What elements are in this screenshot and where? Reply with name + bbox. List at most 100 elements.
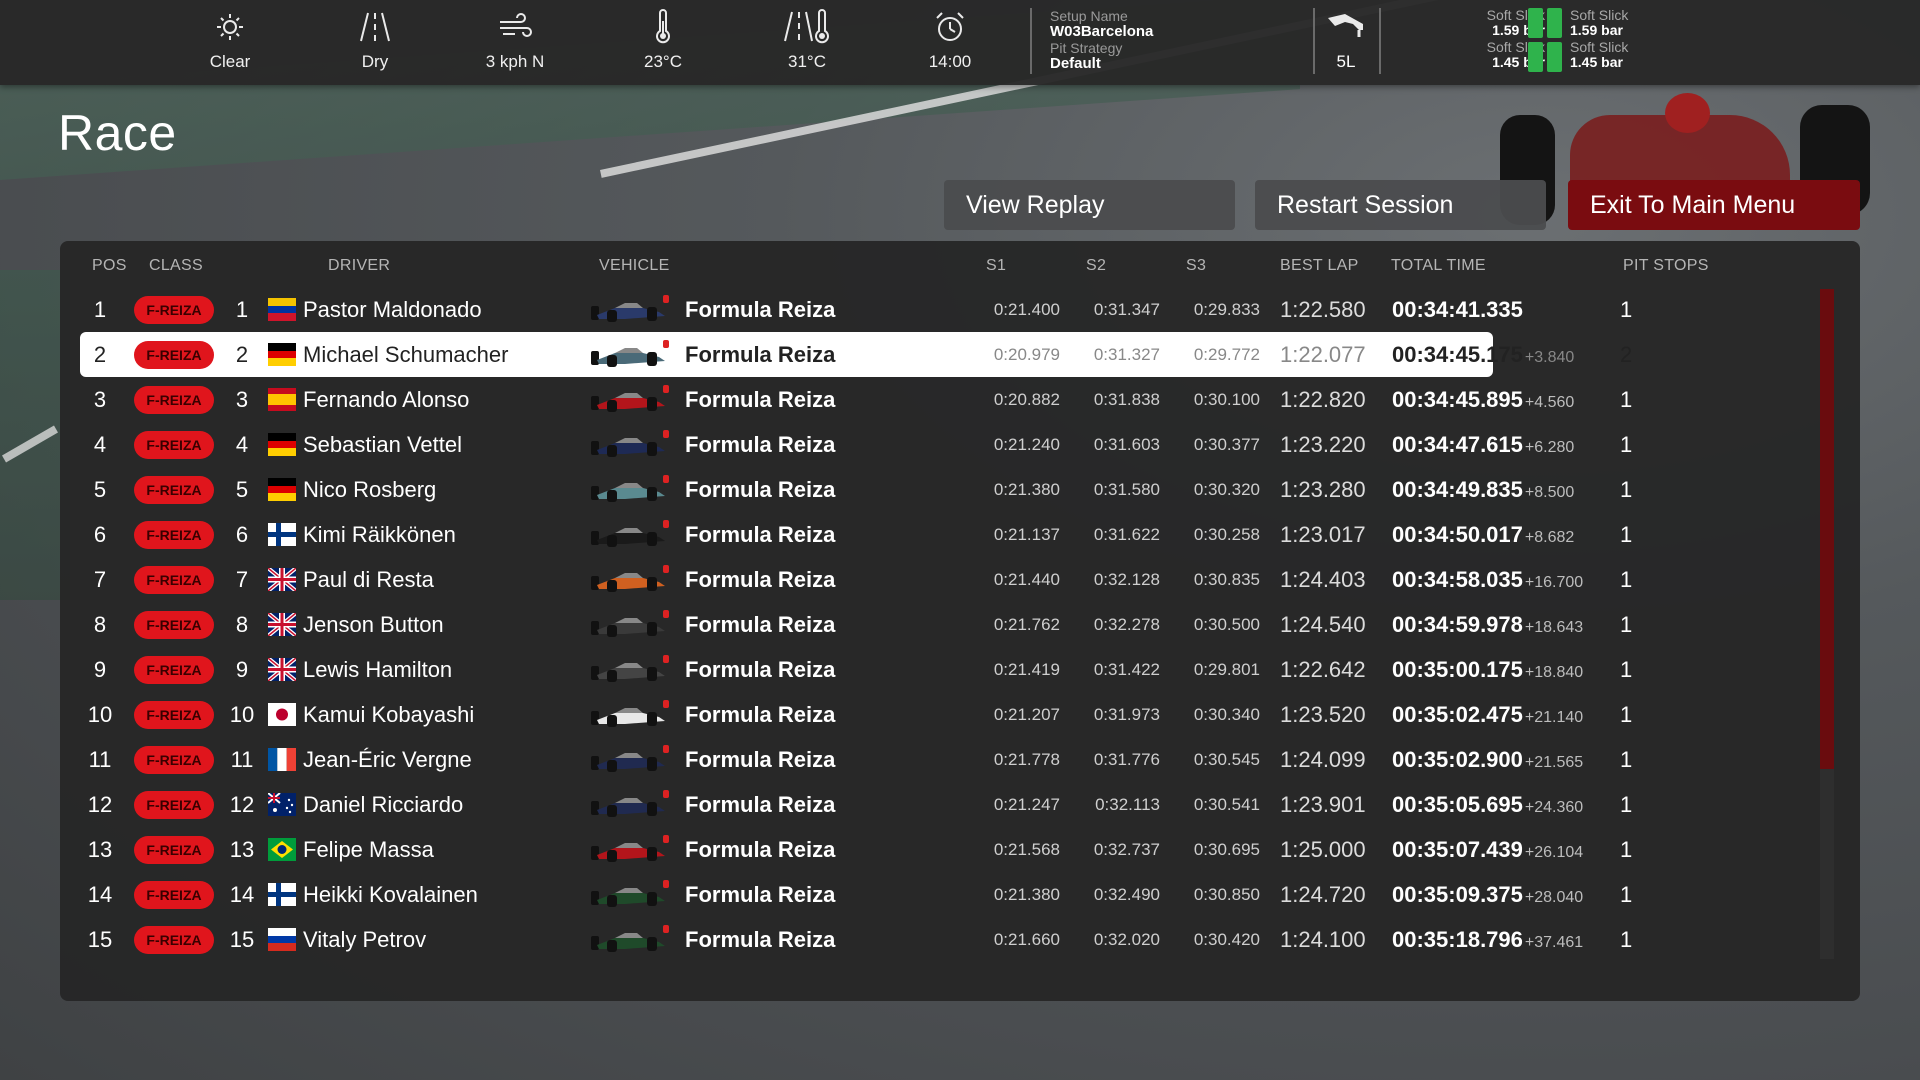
best-lap-time: 1:22.642 xyxy=(1280,657,1366,682)
sector-2-time: 0:32.113 xyxy=(1095,795,1160,814)
sector-1-time: 0:21.400 xyxy=(993,300,1060,319)
tyre-compound: Soft Slick xyxy=(1570,7,1629,23)
best-lap-time: 1:24.720 xyxy=(1280,882,1366,907)
class-badge: F-REIZA xyxy=(134,701,214,729)
position: 7 xyxy=(93,567,107,592)
car-thumbnail-icon xyxy=(591,880,669,907)
weather-air-temp: 23°C xyxy=(603,0,723,85)
table-row[interactable]: 13 F-REIZA 13 Felipe Massa Formula Reiza 0:21… xyxy=(80,827,1632,872)
driver-name: Michael Schumacher xyxy=(303,342,509,367)
fuel-amount-label: 5L xyxy=(1336,52,1356,71)
sector-3-time: 0:30.258 xyxy=(1193,525,1260,544)
table-row[interactable]: 6 F-REIZA 6 Kimi Räikkönen Formula Reiza 0:21… xyxy=(80,512,1632,557)
car-thumbnail-icon xyxy=(591,295,669,322)
pit-stops: 1 xyxy=(1620,747,1633,772)
pit-stops: 1 xyxy=(1620,702,1633,727)
driver-name: Kamui Kobayashi xyxy=(303,702,475,727)
position: 5 xyxy=(93,477,107,502)
sector-2-time: 0:32.737 xyxy=(1093,840,1160,859)
gap-to-leader: +28.040 xyxy=(1524,889,1584,906)
table-row[interactable]: 2 F-REIZA 2 Michael Schumacher Formula Reiza… xyxy=(80,332,1632,377)
vehicle-name: Formula Reiza xyxy=(685,342,836,367)
vehicle-name: Formula Reiza xyxy=(685,522,836,547)
car-thumbnail-icon xyxy=(591,745,669,772)
header-vehicle: VEHICLE xyxy=(599,257,670,274)
best-lap-time: 1:23.017 xyxy=(1280,522,1366,547)
total-time-value: 00:35:09.375 xyxy=(1392,882,1523,907)
tyre-status-rear-left xyxy=(1528,42,1543,72)
total-time: 00:35:05.695 +24.360 xyxy=(1392,782,1583,827)
table-row[interactable]: 3 F-REIZA 3 Fernando Alonso Formula Reiza 0:2… xyxy=(80,377,1632,422)
position: 14 xyxy=(87,882,113,907)
sector-3-time: 0:30.835 xyxy=(1193,570,1260,589)
pit-stops: 1 xyxy=(1620,522,1633,547)
sector-2-time: 0:31.776 xyxy=(1093,750,1160,769)
gap-to-leader: +8.500 xyxy=(1524,484,1575,501)
sector-2-time: 0:31.327 xyxy=(1093,345,1160,364)
exit-to-main-menu-button[interactable]: Exit To Main Menu xyxy=(1568,180,1860,230)
setup-info: Setup Name W03Barcelona Pit Strategy Def… xyxy=(1050,8,1300,72)
sector-3-time: 0:30.320 xyxy=(1193,480,1260,499)
vehicle-name: Formula Reiza xyxy=(685,567,836,592)
view-replay-button[interactable]: View Replay xyxy=(944,180,1235,230)
restart-session-button[interactable]: Restart Session xyxy=(1255,180,1546,230)
weather-track-temp: 31°C xyxy=(747,0,867,85)
total-time: 00:34:45.895 +4.560 xyxy=(1392,377,1574,422)
position: 6 xyxy=(93,522,107,547)
pit-stops: 1 xyxy=(1620,837,1633,862)
table-row[interactable]: 15 F-REIZA 15 Vitaly Petrov Formula Reiza 0:2… xyxy=(80,917,1632,962)
track-temp-icon xyxy=(747,9,867,44)
total-time: 00:35:02.900 +21.565 xyxy=(1392,737,1583,782)
table-row[interactable]: 11 F-REIZA 11 Jean-Éric Vergne Formula Reiza… xyxy=(80,737,1632,782)
pit-stops: 1 xyxy=(1620,432,1633,457)
table-row[interactable]: 4 F-REIZA 4 Sebastian Vettel Formula Reiza 0:… xyxy=(80,422,1632,467)
sector-1-time: 0:21.247 xyxy=(993,795,1060,814)
pit-stops: 1 xyxy=(1620,297,1633,322)
gap-to-leader: +21.140 xyxy=(1524,709,1584,726)
class-badge: F-REIZA xyxy=(134,746,214,774)
position: 9 xyxy=(93,657,107,682)
sector-1-time: 0:21.762 xyxy=(993,615,1060,634)
sector-1-time: 0:21.380 xyxy=(993,480,1060,499)
total-time-value: 00:34:49.835 xyxy=(1392,477,1523,502)
sector-3-time: 0:30.695 xyxy=(1193,840,1260,859)
sector-3-time: 0:30.100 xyxy=(1193,390,1260,409)
divider xyxy=(1030,8,1032,74)
class-badge: F-REIZA xyxy=(134,341,214,369)
table-row[interactable]: 5 F-REIZA 5 Nico Rosberg Formula Reiza 0:21.3… xyxy=(80,467,1632,512)
table-row[interactable]: 7 F-REIZA 7 Paul di Resta Formula Reiza 0:21.… xyxy=(80,557,1632,602)
total-time-value: 00:34:45.895 xyxy=(1392,387,1523,412)
car-number: 7 xyxy=(235,567,249,592)
table-row[interactable]: 1 F-REIZA 1 Pastor Maldonado Formula Reiza 0:… xyxy=(80,287,1632,332)
driver-name: Felipe Massa xyxy=(303,837,434,862)
class-badge: F-REIZA xyxy=(134,431,214,459)
sector-2-time: 0:32.490 xyxy=(1093,885,1160,904)
tyre-pressure: 1.45 bar xyxy=(1570,54,1623,70)
total-time-value: 00:34:50.017 xyxy=(1392,522,1523,547)
table-row[interactable]: 9 F-REIZA 9 Lewis Hamilton Formula Reiza 0:21… xyxy=(80,647,1632,692)
car-number: 6 xyxy=(235,522,249,547)
header-best-lap: BEST LAP xyxy=(1280,257,1359,274)
table-row[interactable]: 12 F-REIZA 12 Daniel Ricciardo Formula Reiza… xyxy=(80,782,1632,827)
japan-flag-icon xyxy=(268,703,296,726)
table-row[interactable]: 14 F-REIZA 14 Heikki Kovalainen Formula Reiz… xyxy=(80,872,1632,917)
scrollbar-thumb[interactable] xyxy=(1820,289,1834,769)
header-pos: POS xyxy=(92,257,127,274)
table-row[interactable]: 10 F-REIZA 10 Kamui Kobayashi Formula Reiza 0… xyxy=(80,692,1632,737)
sector-2-time: 0:31.973 xyxy=(1093,705,1160,724)
class-badge: F-REIZA xyxy=(134,566,214,594)
header-s1: S1 xyxy=(986,257,1007,274)
class-badge: F-REIZA xyxy=(134,296,214,324)
tyre-status-rear-right xyxy=(1547,42,1562,72)
table-row[interactable]: 8 F-REIZA 8 Jenson Button Formula Reiza 0:21.… xyxy=(80,602,1632,647)
vehicle-name: Formula Reiza xyxy=(685,882,836,907)
wind-icon xyxy=(455,10,575,44)
france-flag-icon xyxy=(268,748,296,771)
best-lap-time: 1:22.077 xyxy=(1280,342,1366,367)
gap-to-leader: +16.700 xyxy=(1524,574,1584,591)
results-table: POS CLASS DRIVER VEHICLE S1 S2 S3 BEST L… xyxy=(60,241,1860,1001)
header-total-time: TOTAL TIME xyxy=(1391,257,1486,274)
vehicle-name: Formula Reiza xyxy=(685,387,836,412)
track-condition-label: Dry xyxy=(361,52,389,71)
sector-1-time: 0:21.778 xyxy=(993,750,1060,769)
